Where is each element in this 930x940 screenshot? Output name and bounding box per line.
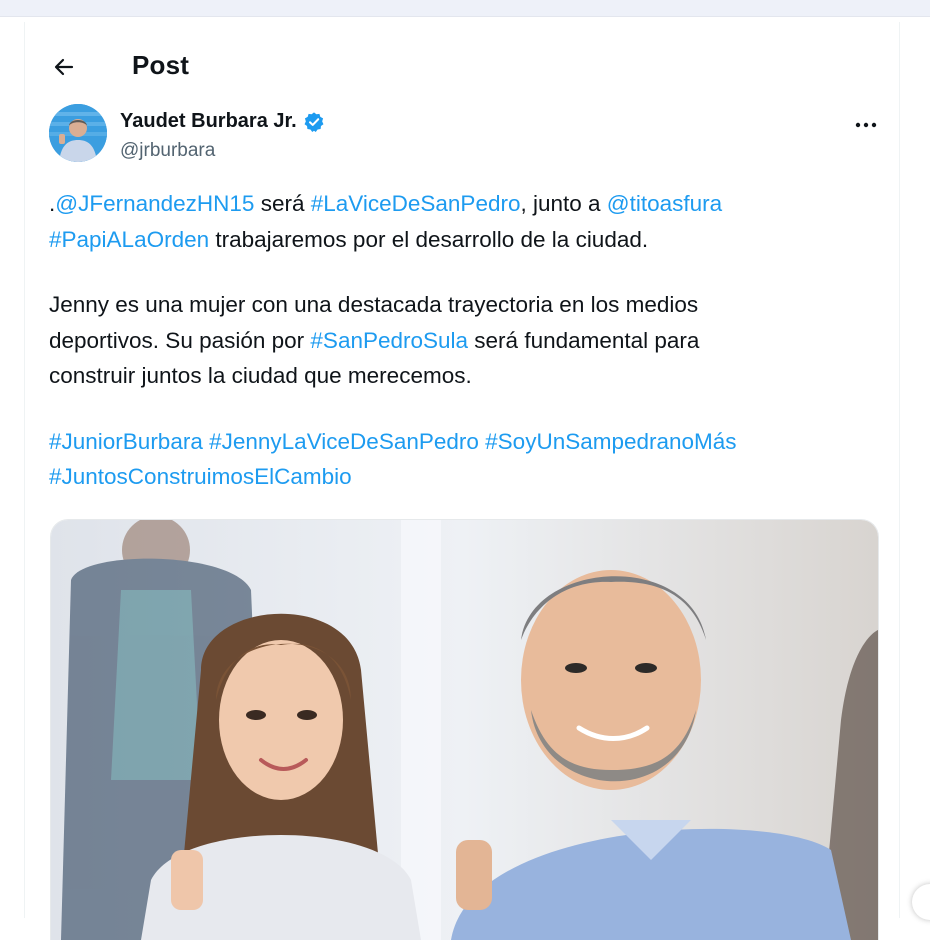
post-line: #JuniorBurbara #JennyLaViceDeSanPedro #S… xyxy=(49,424,869,460)
hashtag-link[interactable]: #SoyUnSampedranoMás xyxy=(485,429,736,454)
back-button[interactable] xyxy=(45,48,83,86)
mention-link[interactable]: @titoasfura xyxy=(607,191,722,216)
post-line: #JuntosConstruimosElCambio xyxy=(49,459,869,495)
post-image[interactable] xyxy=(50,519,879,940)
post-line: #PapiALaOrden trabajaremos por el desarr… xyxy=(49,226,649,252)
author-handle[interactable]: @jrburbara xyxy=(120,140,215,162)
post-line: Jenny es una mujer con una destacada tra… xyxy=(49,292,699,317)
hashtag-link[interactable]: #SanPedroSula xyxy=(310,328,468,353)
hashtag-link[interactable]: #LaViceDeSanPedro xyxy=(311,191,521,216)
hashtag-link[interactable]: #PapiALaOrden xyxy=(49,227,209,252)
author-display-name-row[interactable]: Yaudet Burbara Jr. xyxy=(120,110,325,133)
avatar[interactable] xyxy=(49,104,107,162)
post-author: Yaudet Burbara Jr. @jrburbara xyxy=(49,104,879,168)
hashtag-link[interactable]: #JuniorBurbara xyxy=(49,429,203,454)
post-text: .@JFernandezHN15 será #LaViceDeSanPedro,… xyxy=(49,186,869,495)
scroll-edge-button[interactable] xyxy=(912,884,930,920)
page-title: Post xyxy=(132,50,190,80)
more-horizontal-icon xyxy=(855,122,877,128)
hashtag-link[interactable]: #JennyLaViceDeSanPedro xyxy=(209,429,479,454)
more-options-button[interactable] xyxy=(849,110,883,140)
post-column: Post Yaudet Burbara Jr. @jrburbara .@JFe… xyxy=(24,22,900,940)
author-display-name[interactable]: Yaudet Burbara Jr. xyxy=(120,110,297,133)
verified-badge-icon xyxy=(304,111,324,132)
post-header: Post xyxy=(25,22,899,106)
hashtag-link[interactable]: #JuntosConstruimosElCambio xyxy=(49,464,352,489)
post-line: construir juntos la ciudad que merecemos… xyxy=(49,363,472,388)
post-line: deportivos. Su pasión por #SanPedroSula … xyxy=(49,327,700,353)
mention-link[interactable]: @JFernandezHN15 xyxy=(55,191,254,216)
arrow-left-icon xyxy=(54,58,74,76)
post-line: .@JFernandezHN15 será #LaViceDeSanPedro,… xyxy=(49,191,723,216)
browser-top-strip xyxy=(0,0,930,17)
